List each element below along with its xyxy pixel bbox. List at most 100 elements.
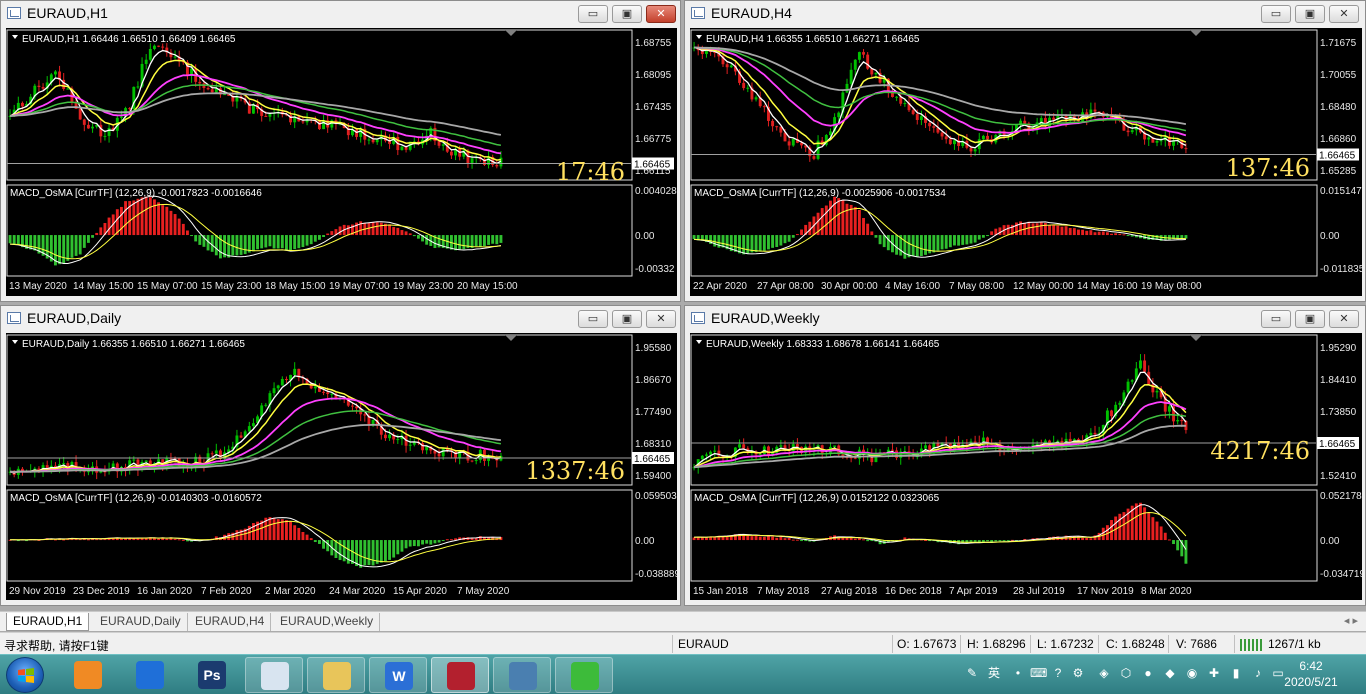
- macd-axis-label: -0.038889: [635, 569, 677, 580]
- date-axis-label: 27 Aug 2018: [821, 586, 878, 597]
- tab-euraud-h4[interactable]: EURAUD,H4: [189, 613, 272, 631]
- macd-histogram-bar: [771, 536, 775, 541]
- image-viewer-app[interactable]: [493, 657, 551, 693]
- punctuation-icon[interactable]: •: [1010, 665, 1026, 681]
- chart-canvas[interactable]: 1.71675 1.70055 1.68480 1.66860 1.65285 1.664…: [690, 28, 1362, 296]
- date-axis-label: 7 Feb 2020: [201, 586, 252, 597]
- minimize-button[interactable]: ▭: [578, 5, 608, 23]
- tab-euraud-daily[interactable]: EURAUD,Daily: [94, 613, 188, 631]
- macd-histogram-bar: [367, 222, 371, 236]
- macd-histogram-bar: [157, 202, 161, 236]
- bar-countdown-timer: 4217:46: [1210, 437, 1310, 465]
- candle-body: [363, 414, 367, 416]
- candle-body: [330, 393, 334, 395]
- macd-histogram-bar: [445, 539, 449, 541]
- browser-app[interactable]: [59, 657, 117, 693]
- tab-euraud-weekly[interactable]: EURAUD,Weekly: [274, 613, 381, 631]
- keyboard-icon[interactable]: ⌨: [1030, 665, 1047, 681]
- candle-body: [91, 126, 95, 129]
- minimize-button[interactable]: ▭: [1261, 5, 1291, 23]
- macd-histogram-bar: [878, 235, 882, 245]
- feishu-app[interactable]: [121, 657, 179, 693]
- close-button[interactable]: ✕: [646, 5, 676, 23]
- chart-window-titlebar[interactable]: EURAUD,H1 ▭ ▣ ✕: [1, 1, 680, 27]
- candle-body: [1180, 420, 1184, 422]
- chart-canvas[interactable]: 1.952901.844101.738501.629701.524101.664…: [690, 333, 1362, 600]
- candle-body: [251, 423, 255, 427]
- macd-histogram-bar: [775, 537, 779, 541]
- macd-histogram-bar: [746, 235, 750, 254]
- price-axis-label: 1.67435: [635, 102, 672, 113]
- chart-canvas[interactable]: 1.68755 1.68095 1.67435 1.66775 1.66115 1.664…: [6, 28, 677, 296]
- macd-histogram-bar: [359, 540, 363, 568]
- macd-histogram-bar: [750, 536, 754, 541]
- close-button[interactable]: ✕: [1329, 310, 1359, 328]
- start-button[interactable]: [6, 657, 44, 693]
- minimize-button[interactable]: ▭: [578, 310, 608, 328]
- taskbar-clock[interactable]: 6:42 2020/5/21: [1276, 658, 1346, 690]
- ime-icon[interactable]: ✎: [964, 665, 980, 681]
- close-button[interactable]: ✕: [1329, 5, 1359, 23]
- close-button[interactable]: ✕: [646, 310, 676, 328]
- status-symbol: EURAUD: [678, 637, 729, 651]
- candle-body: [853, 457, 857, 459]
- metatrader-app[interactable]: [431, 657, 489, 693]
- candle-body: [355, 406, 359, 409]
- candle-body: [812, 156, 816, 159]
- wechat-tray-icon[interactable]: ●: [1140, 665, 1156, 681]
- chart-window-euraud-h1[interactable]: EURAUD,H1 ▭ ▣ ✕ 1.68755 1.68095 1.67435 1.6…: [0, 0, 681, 302]
- chart-window-titlebar[interactable]: EURAUD,H4 ▭ ▣ ✕: [685, 1, 1365, 27]
- tab-scroll-arrows[interactable]: ◂ ▸: [1344, 614, 1358, 627]
- restore-button[interactable]: ▣: [612, 5, 642, 23]
- restore-button[interactable]: ▣: [1295, 310, 1325, 328]
- chart-window-euraud-h4[interactable]: EURAUD,H4 ▭ ▣ ✕ 1.71675 1.70055 1.68480 1.6…: [684, 0, 1366, 302]
- macd-histogram-bar: [1035, 223, 1039, 236]
- macd-histogram-bar: [449, 539, 453, 541]
- settings-icon[interactable]: ⚙: [1070, 665, 1086, 681]
- macd-histogram-bar: [973, 540, 977, 542]
- date-axis-label: 27 Apr 08:00: [757, 281, 814, 292]
- candle-body: [396, 439, 400, 441]
- date-axis-label: 22 Apr 2020: [693, 281, 747, 292]
- volume-icon[interactable]: ♪: [1250, 665, 1266, 681]
- date-axis-label: 15 Apr 2020: [393, 586, 447, 597]
- candle-body: [944, 136, 948, 140]
- macd-histogram-bar: [882, 235, 886, 248]
- chart-window-titlebar[interactable]: EURAUD,Weekly ▭ ▣ ✕: [685, 306, 1365, 332]
- qq-icon[interactable]: ◉: [1184, 665, 1200, 681]
- macd-histogram-bar: [140, 197, 144, 236]
- wps-app[interactable]: W: [369, 657, 427, 693]
- ime-lang-label[interactable]: 英: [984, 665, 1004, 681]
- wechat-app[interactable]: [555, 657, 613, 693]
- security-shield-icon[interactable]: ◆: [1162, 665, 1178, 681]
- macd-histogram-bar: [301, 235, 305, 248]
- minimize-button[interactable]: ▭: [1261, 310, 1291, 328]
- macd-histogram-bar: [243, 235, 247, 255]
- restore-button[interactable]: ▣: [1295, 5, 1325, 23]
- candle-body: [157, 45, 161, 47]
- macd-histogram-bar: [396, 227, 400, 236]
- macd-histogram-bar: [866, 223, 870, 236]
- cube-icon[interactable]: ⬡: [1118, 665, 1134, 681]
- macd-histogram-bar: [800, 540, 803, 542]
- tab-euraud-h1[interactable]: EURAUD,H1: [6, 613, 90, 631]
- macd-histogram-bar: [758, 536, 762, 541]
- network-shield-icon[interactable]: ◈: [1096, 665, 1112, 681]
- macd-histogram-bar: [886, 235, 890, 251]
- chart-canvas[interactable]: 1.95580 1.86670 1.77490 1.68310 1.59400 1.664…: [6, 333, 677, 600]
- chart-window-titlebar[interactable]: EURAUD,Daily ▭ ▣ ✕: [1, 306, 680, 332]
- candle-body: [408, 444, 412, 446]
- restore-button[interactable]: ▣: [612, 310, 642, 328]
- help-icon[interactable]: ?: [1050, 665, 1066, 681]
- photoshop-app[interactable]: Ps: [183, 657, 241, 693]
- chart-window-euraud-daily[interactable]: EURAUD,Daily ▭ ▣ ✕ 1.95580 1.86670 1.77490…: [0, 305, 681, 606]
- candle-body: [355, 129, 359, 137]
- chart-window-icon: [7, 7, 21, 19]
- candle-body: [1126, 381, 1130, 393]
- chart-window-euraud-weekly[interactable]: EURAUD,Weekly ▭ ▣ ✕ 1.95290 1.84410 1.7385…: [684, 305, 1366, 606]
- signal-icon[interactable]: ▮: [1228, 665, 1244, 681]
- paint-app[interactable]: [245, 657, 303, 693]
- safety-icon[interactable]: ✚: [1206, 665, 1222, 681]
- macd-histogram-bar: [276, 235, 280, 249]
- explorer-app[interactable]: [307, 657, 365, 693]
